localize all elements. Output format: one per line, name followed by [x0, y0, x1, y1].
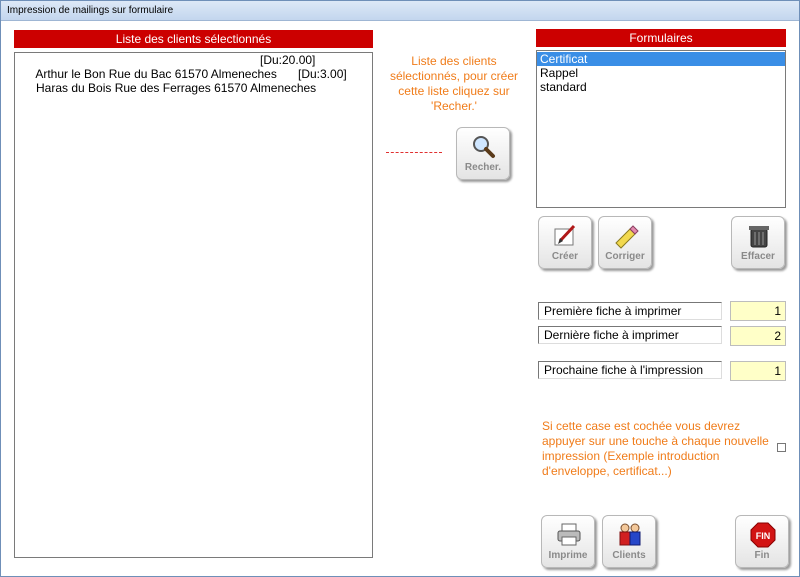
delete-button[interactable]: Effacer	[731, 216, 785, 269]
create-button-label: Créer	[551, 251, 579, 262]
magnifier-icon	[473, 136, 495, 158]
hint-arrow-line	[386, 152, 442, 153]
svg-text:FIN: FIN	[756, 531, 771, 541]
form-item-certificat[interactable]: Certificat	[537, 52, 785, 66]
formulaires-list[interactable]: Certificat Rappel standard	[536, 50, 786, 208]
clients-button-label: Clients	[612, 550, 646, 561]
list-item[interactable]: Haras du Bois Rue des Ferrages 61570 Alm…	[15, 67, 372, 95]
clients-list[interactable]: Arthur le Bon Rue du Bac 61570 Almeneche…	[14, 52, 373, 558]
print-button-label: Imprime	[548, 550, 588, 561]
next-record-label: Prochaine fiche à l'impression	[538, 361, 722, 379]
window-title: Impression de mailings sur formulaire	[1, 1, 799, 21]
pen-paper-icon	[554, 224, 576, 246]
last-record-label: Dernière fiche à imprimer	[538, 326, 722, 344]
list-item[interactable]: Arthur le Bon Rue du Bac 61570 Almeneche…	[15, 53, 372, 81]
form-item-standard[interactable]: standard	[537, 80, 785, 94]
next-record-field[interactable]: 1	[730, 361, 786, 381]
print-button[interactable]: Imprime	[541, 515, 595, 568]
last-record-field[interactable]: 2	[730, 326, 786, 346]
stop-sign-icon: FIN	[750, 522, 776, 548]
edit-button-label: Corriger	[605, 251, 645, 262]
search-button-label: Recher.	[464, 162, 502, 173]
search-button[interactable]: Recher.	[456, 127, 510, 180]
clients-button[interactable]: Clients	[602, 515, 656, 568]
people-icon	[619, 523, 641, 546]
form-item-rappel[interactable]: Rappel	[537, 66, 785, 80]
client-text: Haras du Bois Rue des Ferrages 61570 Alm…	[36, 81, 317, 95]
pause-note: Si cette case est cochée vous devrez app…	[542, 419, 769, 478]
pause-checkbox[interactable]	[777, 443, 786, 452]
pencil-eraser-icon	[615, 225, 639, 249]
end-button-label: Fin	[754, 550, 770, 561]
end-button[interactable]: FIN Fin	[735, 515, 789, 568]
client-amount: [Du:20.00]	[260, 53, 316, 67]
trash-can-icon	[749, 226, 769, 248]
client-amount: [Du:3.00]	[298, 67, 347, 81]
create-button[interactable]: Créer	[538, 216, 592, 269]
first-record-label: Première fiche à imprimer	[538, 302, 722, 320]
clients-header: Liste des clients sélectionnés	[14, 30, 373, 48]
edit-button[interactable]: Corriger	[598, 216, 652, 269]
formulaires-header: Formulaires	[536, 29, 786, 47]
search-hint: Liste des clients sélectionnés, pour cré…	[389, 54, 519, 113]
delete-button-label: Effacer	[741, 251, 775, 262]
first-record-field[interactable]: 1	[730, 301, 786, 321]
main-window: Impression de mailings sur formulaire Li…	[0, 0, 800, 577]
printer-icon	[557, 523, 581, 546]
